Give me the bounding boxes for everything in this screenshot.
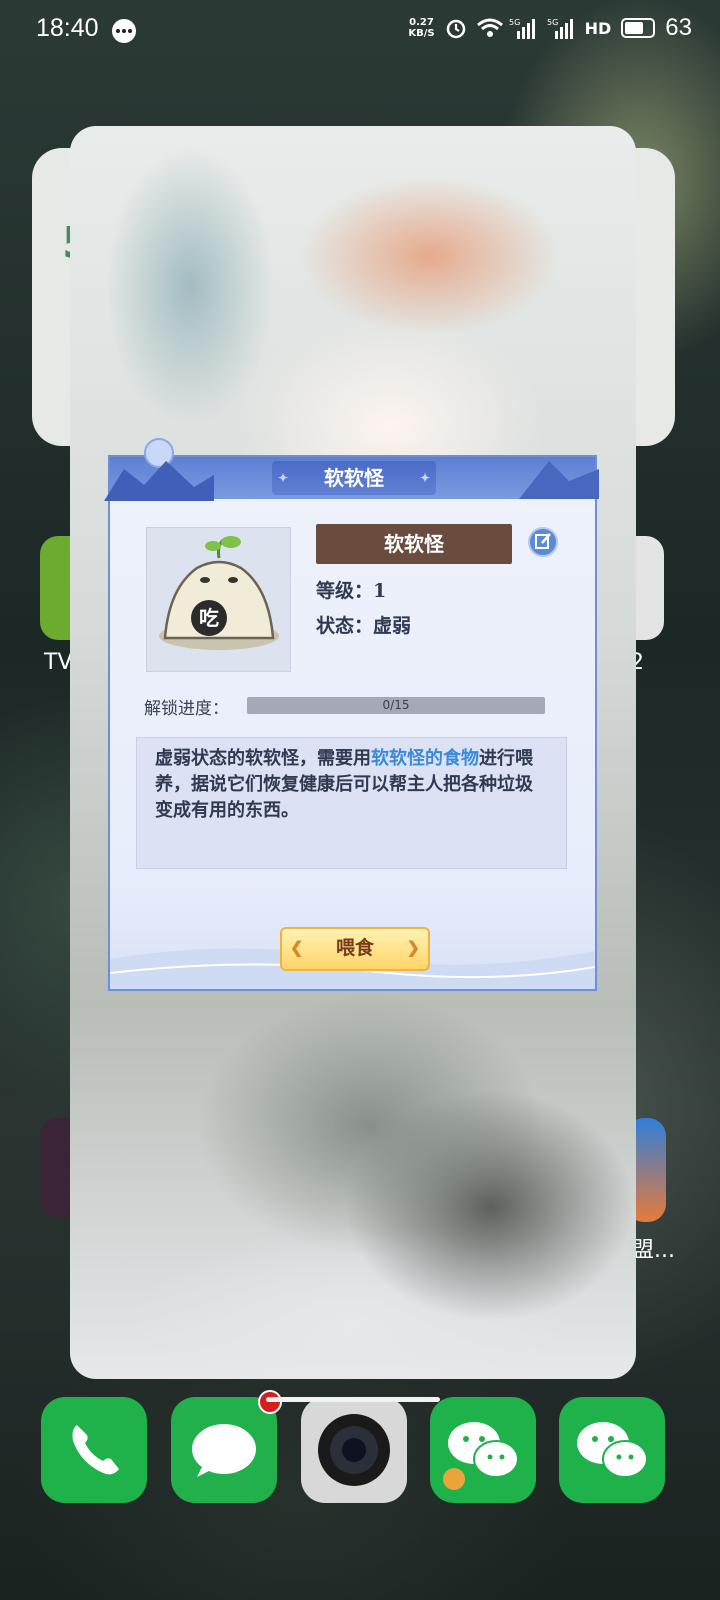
battery-level: 63 xyxy=(665,14,692,41)
food-link[interactable]: 软软怪的食物 xyxy=(371,748,479,769)
message-notification-icon xyxy=(112,19,136,43)
level-value: 1 xyxy=(373,580,387,602)
status-row: 状态：虚弱 xyxy=(316,611,411,638)
message-bubble-icon xyxy=(192,1424,256,1477)
signal-1-icon: 5G xyxy=(509,17,537,39)
home-indicator[interactable] xyxy=(266,1397,440,1402)
pet-sprout-creature-icon: 吃 xyxy=(159,536,279,650)
network-speed: 0.27 KB/S xyxy=(408,17,434,39)
background-app-label-left: TV xyxy=(44,650,73,675)
edit-icon xyxy=(535,533,551,549)
camera-icon xyxy=(318,1414,390,1486)
arrow-right-icon: ❯ xyxy=(406,938,420,957)
dialog-header: 软软怪 xyxy=(104,438,599,501)
pet-name: 软软怪 xyxy=(316,524,512,564)
dialog-title: 软软怪 xyxy=(272,461,436,495)
feed-button[interactable]: ❮ 喂食 ❯ xyxy=(280,927,430,971)
wifi-icon xyxy=(476,17,503,39)
phone-app[interactable] xyxy=(41,1397,147,1503)
edit-name-button[interactable] xyxy=(528,527,558,557)
signal-2-icon: 5G xyxy=(547,17,575,39)
camera-app[interactable] xyxy=(301,1397,407,1503)
wechat-icon xyxy=(577,1422,648,1478)
pet-dialog: 软软怪 吃 软软怪 等级：1 状态：虚弱 解锁进度： 0/15 虚弱状态的软 xyxy=(104,438,599,991)
net-speed-value: 0.27 xyxy=(409,17,434,28)
battery-icon xyxy=(621,18,656,38)
level-label: 等级： xyxy=(316,580,374,602)
svg-text:5G: 5G xyxy=(547,18,558,27)
feed-button-label: 喂食 xyxy=(335,937,374,959)
wechat-icon xyxy=(443,1422,519,1490)
pet-description: 虚弱状态的软软怪，需要用软软怪的食物进行喂养，据说它们恢复健康后可以帮主人把各种… xyxy=(136,737,567,869)
notification-badge xyxy=(258,1390,282,1414)
status-label: 状态： xyxy=(316,615,374,637)
status-time: 18:40 xyxy=(36,14,99,42)
phone-icon xyxy=(72,1425,119,1475)
wechat-app[interactable] xyxy=(430,1397,536,1503)
svg-text:5G: 5G xyxy=(509,18,520,27)
level-row: 等级：1 xyxy=(316,576,386,603)
net-speed-unit: KB/S xyxy=(408,28,435,39)
hd-indicator: HD xyxy=(584,18,612,38)
messages-app[interactable] xyxy=(171,1397,277,1503)
background-app-label-right-2: 盟... xyxy=(632,1238,675,1263)
arrow-left-icon: ❮ xyxy=(290,938,304,957)
mountain-decoration-right-icon xyxy=(519,461,599,499)
unlock-progress-bar: 0/15 xyxy=(247,697,545,714)
unlock-progress-label: 解锁进度： xyxy=(144,699,229,719)
description-text-1: 虚弱状态的软软怪，需要用 xyxy=(155,748,371,769)
wechat-clone-app[interactable] xyxy=(559,1397,665,1503)
status-bar: 18:40 0.27 KB/S 5G 5G HD 63 xyxy=(0,0,720,60)
status-value: 虚弱 xyxy=(373,615,412,637)
unlock-progress-text: 0/15 xyxy=(382,698,410,712)
pet-icon-text: 吃 xyxy=(199,606,219,630)
mountain-decoration-icon xyxy=(104,438,214,501)
alarm-icon xyxy=(445,17,467,39)
pet-portrait: 吃 xyxy=(146,527,291,672)
